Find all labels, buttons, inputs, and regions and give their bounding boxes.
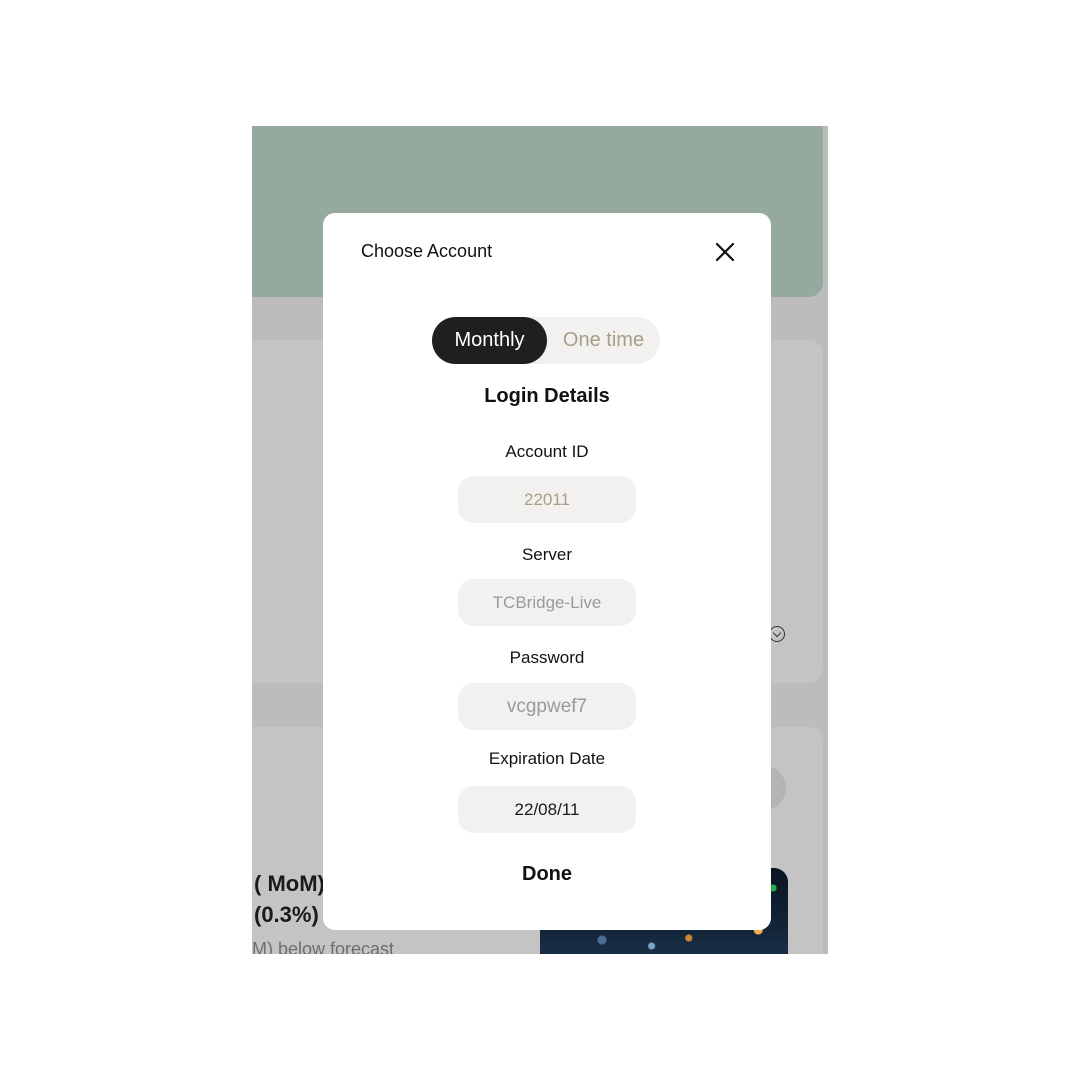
billing-toggle: Monthly One time [432, 317, 660, 364]
choose-account-modal: Choose Account Monthly One time Login De… [323, 213, 771, 930]
password-field[interactable]: vcgpwef7 [458, 683, 636, 730]
segment-one-time[interactable]: One time [547, 317, 660, 364]
account-id-field[interactable]: 22011 [458, 476, 636, 523]
news-headline: ( MoM) (0.3%) [254, 871, 325, 927]
segment-monthly[interactable]: Monthly [432, 317, 547, 364]
server-label: Server [521, 545, 573, 564]
expiration-date-field[interactable]: 22/08/11 [458, 786, 636, 833]
chevron-down-circle-icon [769, 626, 785, 642]
account-id-label: Account ID [505, 442, 589, 461]
close-icon [715, 242, 735, 262]
close-button[interactable] [712, 239, 738, 265]
modal-title: Choose Account [361, 241, 493, 261]
done-button[interactable]: Done [497, 857, 597, 891]
server-field[interactable]: TCBridge-Live [458, 579, 636, 626]
news-subline: M) below forecast [252, 939, 395, 954]
password-label: Password [509, 648, 585, 667]
section-title: Login Details [484, 385, 610, 407]
expiration-date-label: Expiration Date [488, 749, 606, 768]
